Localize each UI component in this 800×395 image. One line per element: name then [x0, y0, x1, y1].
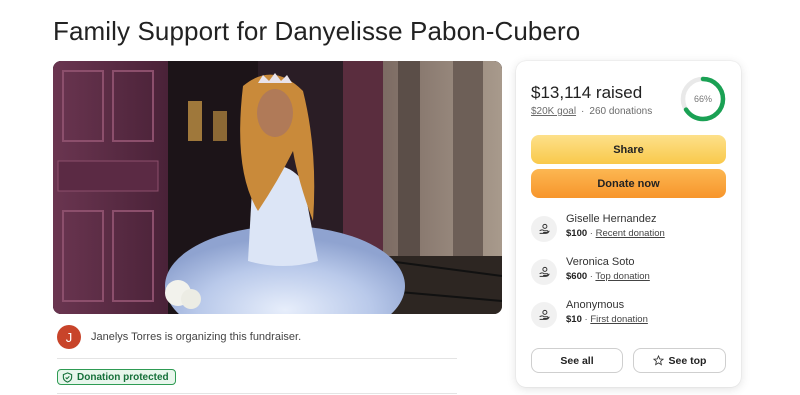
donor-meta: $600 · Top donation: [566, 271, 650, 282]
donor-tag-link[interactable]: First donation: [590, 314, 648, 325]
donor-meta: $100 · Recent donation: [566, 228, 665, 239]
donation-hand-icon: [531, 302, 557, 328]
divider: [57, 358, 457, 359]
donor-name: Veronica Soto: [566, 256, 635, 268]
donate-now-button[interactable]: Donate now: [531, 169, 726, 198]
donor-amount: $100: [566, 228, 588, 239]
organizer-avatar[interactable]: J: [57, 325, 81, 349]
see-top-button[interactable]: See top: [633, 348, 726, 373]
donor-amount: $10: [566, 314, 582, 325]
share-button[interactable]: Share: [531, 135, 726, 164]
donor-meta: $10 · First donation: [566, 314, 648, 325]
goal-line: $20K goal · 260 donations: [531, 106, 652, 117]
donor-item: Anonymous $10 · First donation: [531, 299, 726, 333]
donation-hand-icon: [531, 259, 557, 285]
divider: [57, 393, 457, 394]
hero-image[interactable]: [53, 61, 502, 314]
donation-count: 260 donations: [589, 106, 653, 117]
donor-separator: ·: [587, 228, 596, 239]
donation-protected-label: Donation protected: [77, 371, 169, 383]
see-all-button[interactable]: See all: [531, 348, 623, 373]
shield-check-icon: [62, 371, 73, 383]
donor-tag-link[interactable]: Recent donation: [596, 228, 665, 239]
donor-name: Anonymous: [566, 299, 625, 311]
donation-protected-badge[interactable]: Donation protected: [57, 369, 176, 385]
goal-link[interactable]: $20K goal: [531, 106, 576, 117]
donor-name: Giselle Hernandez: [566, 213, 657, 225]
donation-hand-icon: [531, 216, 557, 242]
organizer-text: Janelys Torres is organizing this fundra…: [91, 331, 302, 343]
organizer-row: J Janelys Torres is organizing this fund…: [57, 325, 457, 349]
hero-photo-illustration: [53, 61, 502, 314]
page-title: Family Support for Danyelisse Pabon-Cube…: [53, 16, 581, 46]
progress-percent: 66%: [693, 94, 712, 104]
donation-card: $13,114 raised $20K goal · 260 donations 6…: [516, 61, 741, 387]
progress-ring: 66%: [679, 75, 727, 123]
star-icon: [652, 355, 664, 366]
goal-separator: ·: [581, 106, 585, 117]
donor-item: Giselle Hernandez $100 · Recent donation: [531, 213, 726, 247]
donor-item: Veronica Soto $600 · Top donation: [531, 256, 726, 290]
see-top-label: See top: [668, 354, 707, 367]
donor-tag-link[interactable]: Top donation: [595, 271, 649, 282]
amount-raised: $13,114 raised: [531, 83, 643, 102]
donor-amount: $600: [566, 271, 588, 282]
